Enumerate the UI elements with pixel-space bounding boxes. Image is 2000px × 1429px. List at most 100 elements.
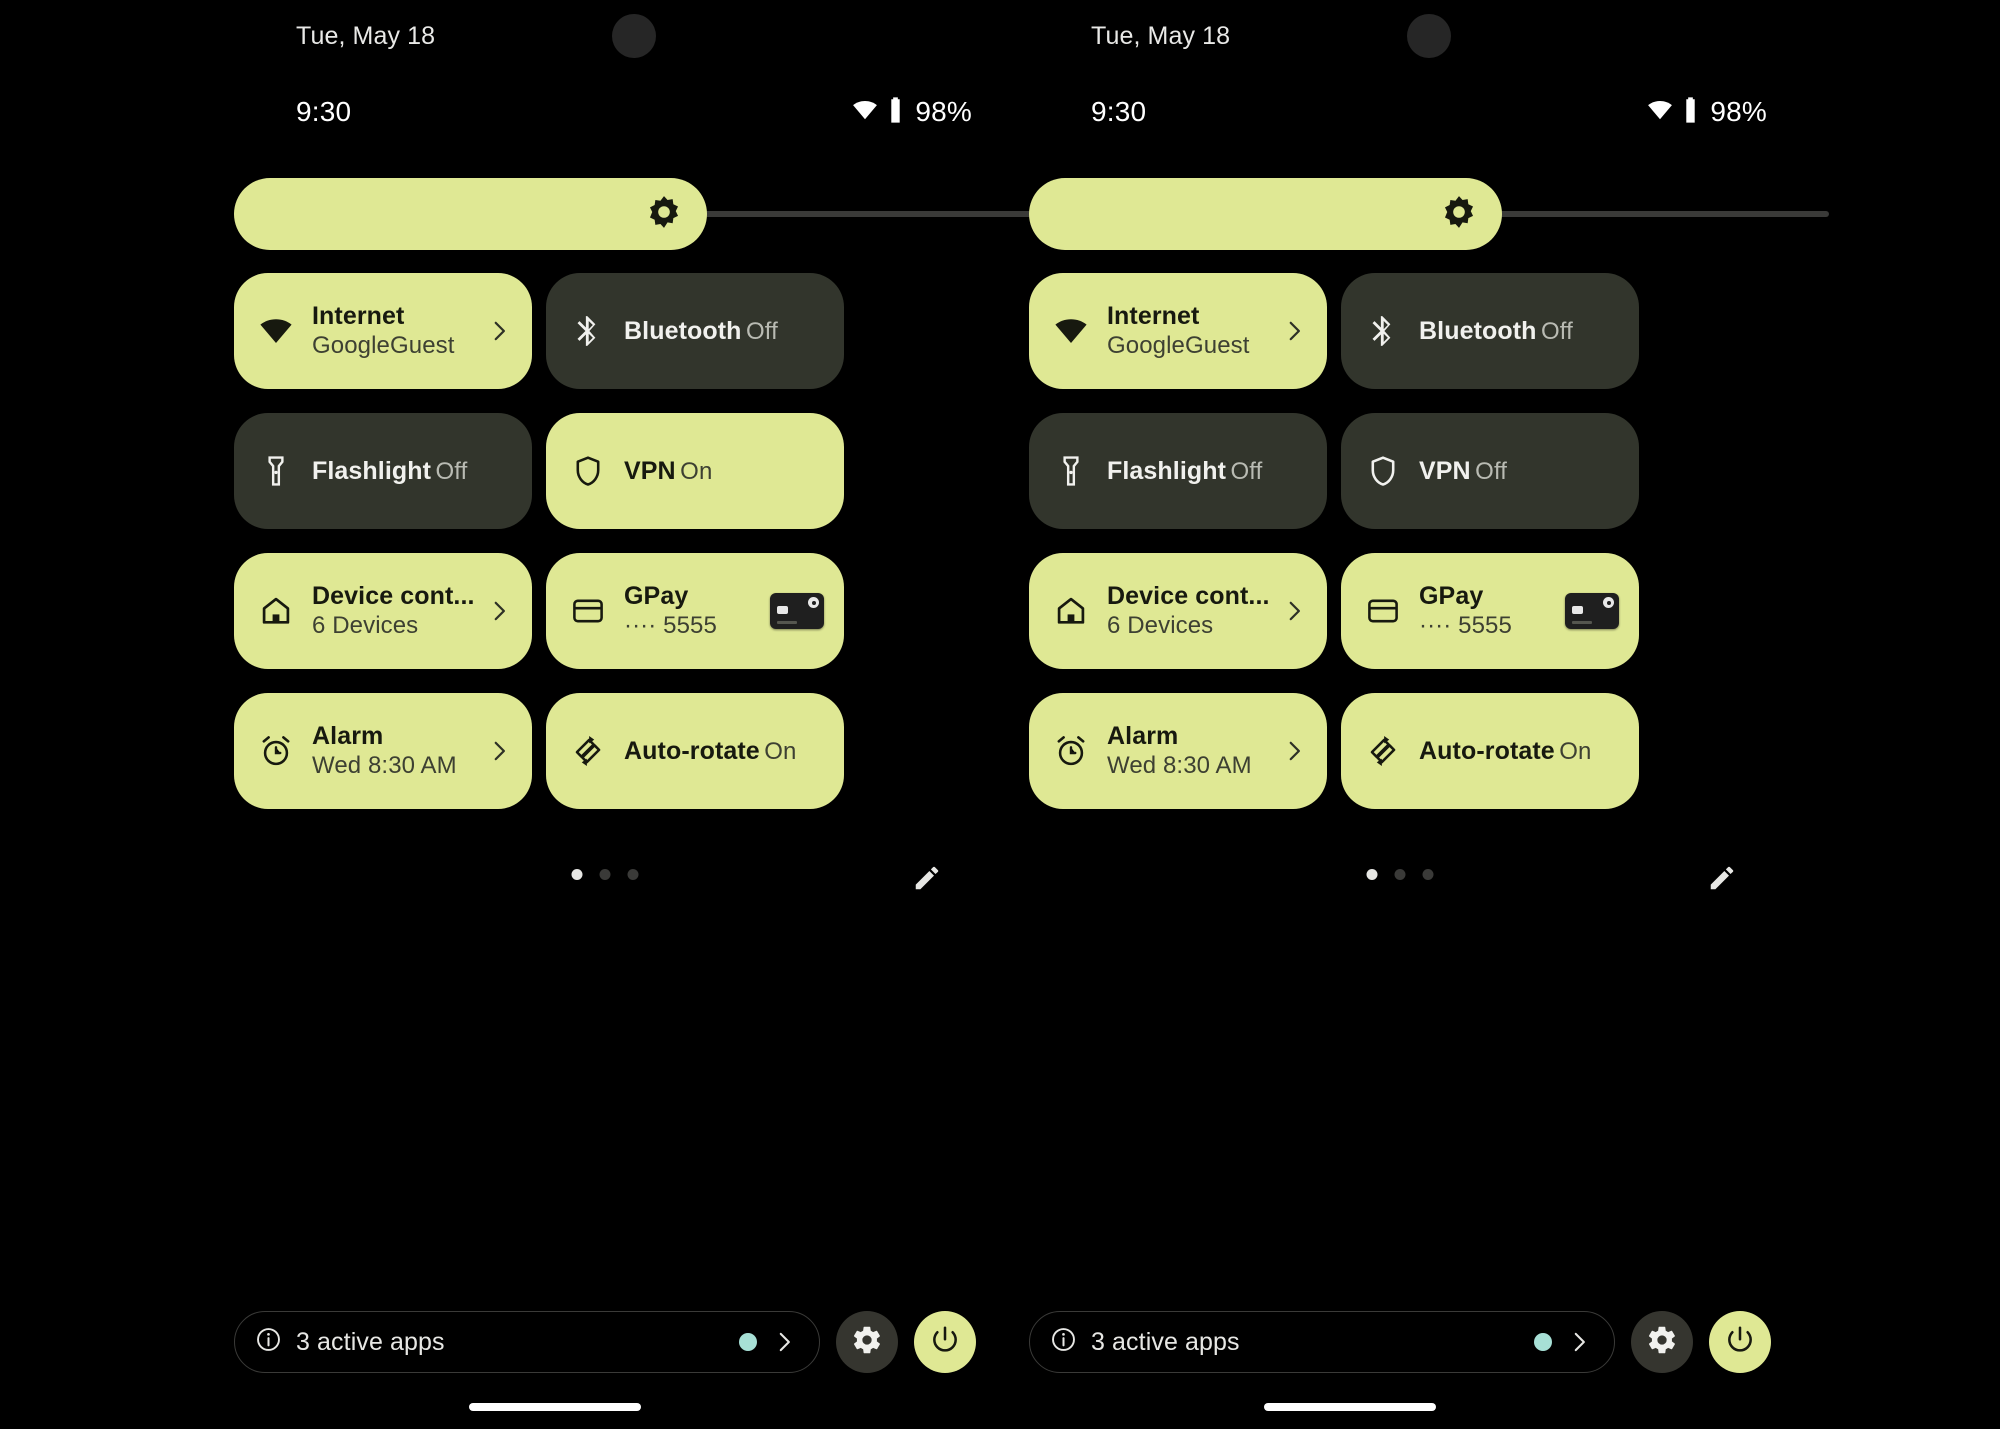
tile-text: GPay ···· 5555 [624,581,770,641]
power-button[interactable] [914,1311,976,1373]
camera-punch-hole [1407,14,1451,58]
card-logo [1603,597,1614,608]
tile-label: Flashlight [312,456,432,485]
camera-punch-hole [612,14,656,58]
status-bar-top: Tue, May 18 [296,14,972,58]
edit-tiles-button[interactable] [910,861,944,895]
tile-gpay[interactable]: GPay ···· 5555 [1341,553,1639,669]
status-bar-top: Tue, May 18 [1091,14,1767,58]
settings-button[interactable] [1631,1311,1693,1373]
shield-icon [568,454,608,488]
wifi-icon [256,314,296,348]
brightness-slider[interactable] [1029,178,1829,250]
chevron-right-icon[interactable] [771,1329,797,1355]
brightness-fill [234,178,707,250]
card-chip [1572,606,1583,614]
tile-flashlight[interactable]: Flashlight Off [234,413,532,529]
chevron-right-icon[interactable] [486,318,512,344]
status-bar-second: 9:30 98% [1091,92,1767,132]
brightness-slider[interactable] [234,178,1034,250]
tile-state: Wed 8:30 AM [312,752,457,779]
page-dot-2[interactable] [599,869,611,880]
edit-tiles-button[interactable] [1705,861,1739,895]
tile-label: Internet [312,302,405,330]
tile-bluetooth[interactable]: Bluetooth Off [546,273,844,389]
card-number-strip [1572,621,1592,624]
settings-button[interactable] [836,1311,898,1373]
tile-text: Flashlight Off [1107,456,1307,487]
active-apps-label: 3 active apps [1091,1327,1240,1356]
page-indicator [571,869,639,880]
page-dot-2[interactable] [1394,869,1406,880]
chevron-right-icon[interactable] [1281,318,1307,344]
tile-state: ···· 5555 [1419,612,1512,639]
payment-card-thumbnail [770,593,824,629]
tile-flashlight[interactable]: Flashlight Off [1029,413,1327,529]
tile-alarm[interactable]: Alarm Wed 8:30 AM [234,693,532,809]
tile-state: 6 Devices [312,612,419,639]
bluetooth-icon [1363,314,1403,348]
home-icon [1051,594,1091,628]
gear-icon [1646,1324,1678,1361]
tile-alarm[interactable]: Alarm Wed 8:30 AM [1029,693,1327,809]
tile-internet[interactable]: Internet GoogleGuest [234,273,532,389]
tile-label: Internet [1107,302,1200,330]
tile-text: Device cont... 6 Devices [1107,581,1281,641]
active-apps-button[interactable]: 3 active apps [234,1311,820,1373]
quick-settings-panel-right: Tue, May 18 9:30 98% Internet GoogleGues… [1029,0,1829,1429]
tile-text: Bluetooth Off [624,316,824,347]
tile-state: Off [1541,317,1573,345]
status-date: Tue, May 18 [296,21,436,50]
tile-bluetooth[interactable]: Bluetooth Off [1341,273,1639,389]
home-gesture-bar-left[interactable] [469,1403,641,1411]
home-gesture-bar-right[interactable] [1264,1403,1436,1411]
tile-state: 6 Devices [1107,612,1214,639]
tile-internet[interactable]: Internet GoogleGuest [1029,273,1327,389]
page-indicator [1366,869,1434,880]
chevron-right-icon[interactable] [486,598,512,624]
bottom-controls: 3 active apps [1029,1311,1771,1373]
gear-icon [851,1324,883,1361]
power-button[interactable] [1709,1311,1771,1373]
tile-gpay[interactable]: GPay ···· 5555 [546,553,844,669]
tile-state: GoogleGuest [1107,332,1250,359]
tile-text: Internet GoogleGuest [312,301,486,361]
quick-settings-footer [1029,855,1771,905]
tile-text: GPay ···· 5555 [1419,581,1565,641]
tile-vpn[interactable]: VPN Off [1341,413,1639,529]
page-dot-1[interactable] [1366,869,1378,880]
active-apps-button[interactable]: 3 active apps [1029,1311,1615,1373]
tile-label: Alarm [312,722,384,750]
chevron-right-icon[interactable] [1281,738,1307,764]
chevron-right-icon[interactable] [1566,1329,1592,1355]
tile-text: VPN Off [1419,456,1619,487]
chevron-right-icon[interactable] [486,738,512,764]
tile-vpn[interactable]: VPN On [546,413,844,529]
tile-state: Wed 8:30 AM [1107,752,1252,779]
tile-text: Auto-rotate On [1419,736,1619,767]
tile-auto-rotate[interactable]: Auto-rotate On [546,693,844,809]
battery-percent-label: 98% [1710,96,1767,127]
tile-label: Device cont... [1107,582,1270,610]
tile-device-controls[interactable]: Device cont... 6 Devices [234,553,532,669]
tile-label: Alarm [1107,722,1179,750]
tile-text: Alarm Wed 8:30 AM [1107,721,1281,781]
page-dot-1[interactable] [571,869,583,880]
shield-icon [1363,454,1403,488]
page-dot-3[interactable] [627,869,639,880]
tile-state: On [764,737,797,765]
brightness-icon [1442,195,1476,234]
alarm-clock-icon [1051,734,1091,768]
active-apps-label: 3 active apps [296,1327,445,1356]
tile-device-controls[interactable]: Device cont... 6 Devices [1029,553,1327,669]
flashlight-icon [1051,454,1091,488]
tile-state: Off [746,317,778,345]
credit-card-icon [568,594,608,628]
page-dot-3[interactable] [1422,869,1434,880]
brightness-fill [1029,178,1502,250]
wifi-icon [1647,97,1673,128]
chevron-right-icon[interactable] [1281,598,1307,624]
status-bar-second: 9:30 98% [296,92,972,132]
tile-state: ···· 5555 [624,612,717,639]
tile-auto-rotate[interactable]: Auto-rotate On [1341,693,1639,809]
